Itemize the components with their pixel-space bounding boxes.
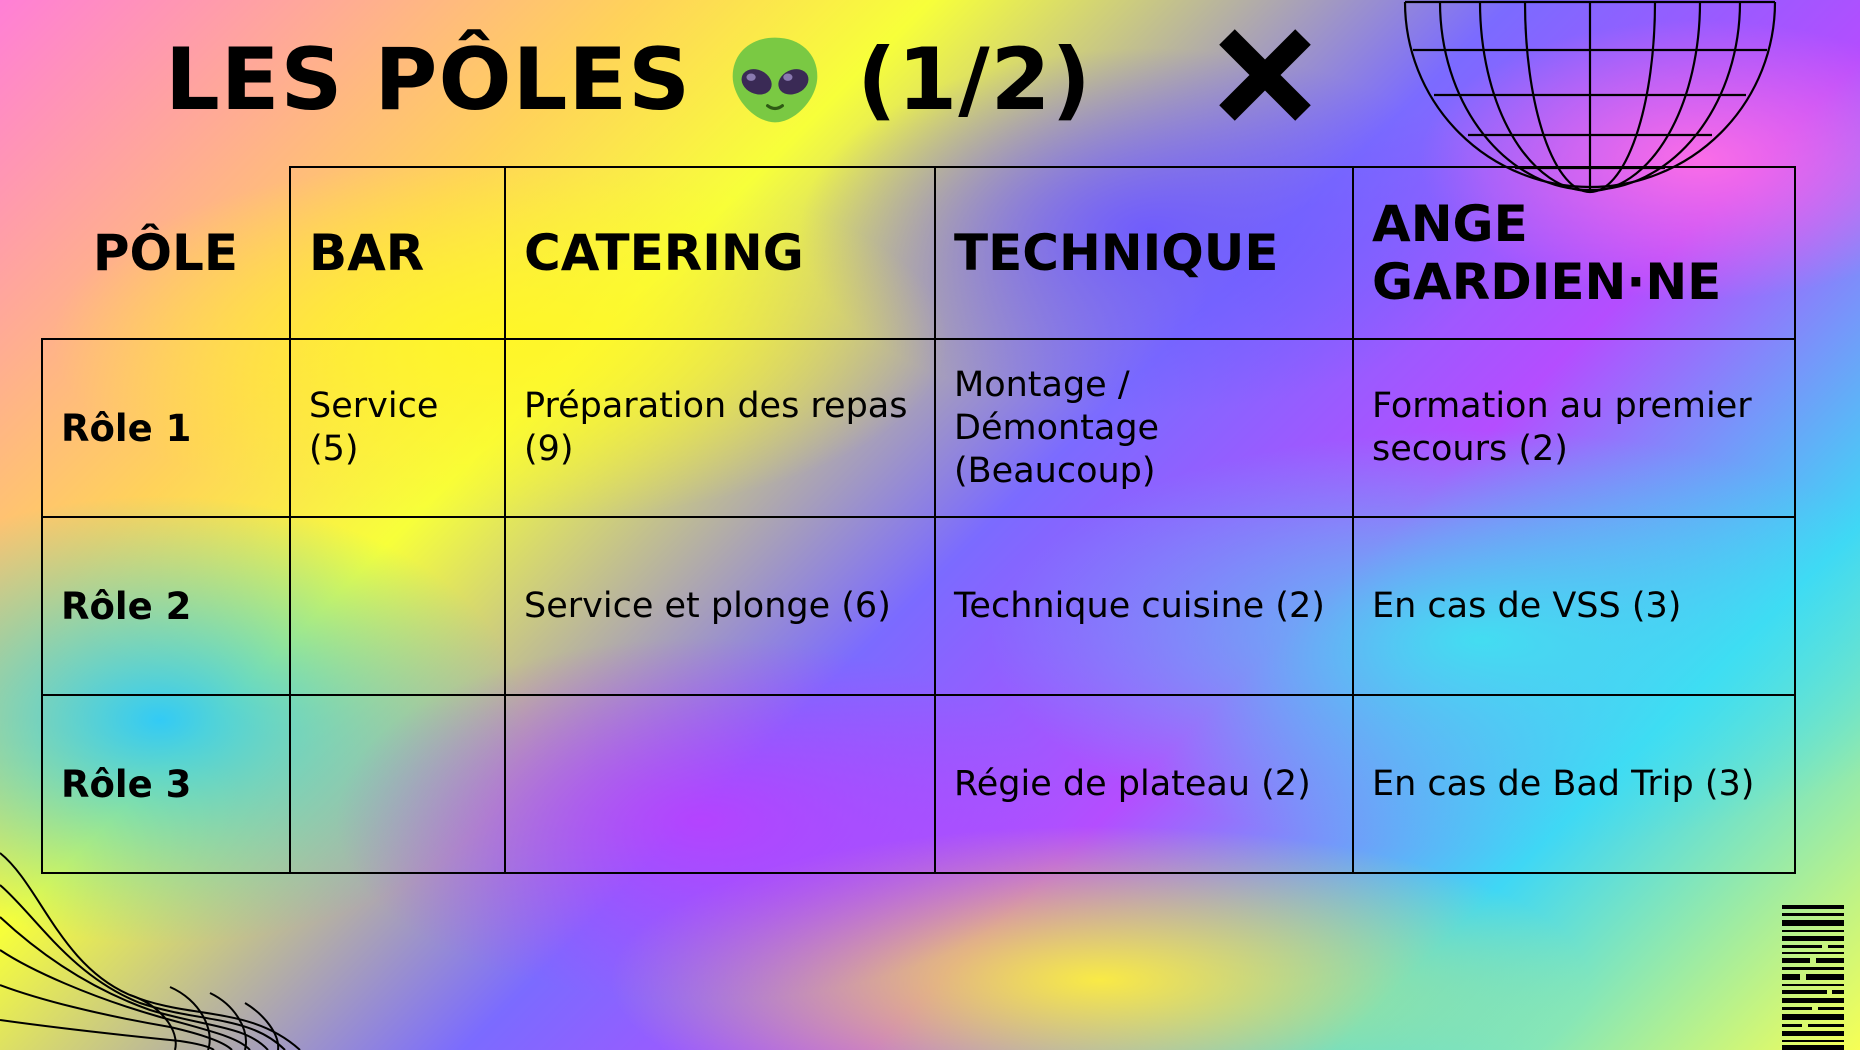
alien-emoji-icon: [732, 37, 818, 123]
table-cell: Régie de plateau (2): [934, 694, 1354, 874]
table-cell: Préparation des repas (9): [504, 338, 936, 518]
poles-table: PÔLE BAR CATERING TECHNIQUE ANGE GARDIEN…: [41, 166, 1796, 874]
table-cell: Technique cuisine (2): [934, 516, 1354, 696]
title-page-indicator: (1/2): [857, 30, 1092, 130]
table-cell: Formation au premier secours (2): [1352, 338, 1796, 518]
table-cell: [504, 694, 936, 874]
header-technique: TECHNIQUE: [934, 166, 1354, 340]
table-row: Rôle 1 Service (5) Préparation des repas…: [41, 338, 1796, 518]
header-catering: CATERING: [504, 166, 936, 340]
slide-title: LES PÔLES (1/2): [165, 25, 1092, 135]
wireframe-wave-icon: [0, 852, 301, 1050]
table-cell: Service (5): [289, 338, 506, 518]
table-cell: En cas de VSS (3): [1352, 516, 1796, 696]
barcode-icon: [1782, 905, 1844, 1050]
table-cell: Montage / Démontage (Beaucoup): [934, 338, 1354, 518]
table-cell: Service et plonge (6): [504, 516, 936, 696]
header-ange-gardien: ANGE GARDIEN·NE: [1352, 166, 1796, 340]
x-mark-icon: [1219, 29, 1311, 121]
row-label: Rôle 2: [41, 516, 291, 696]
row-label: Rôle 1: [41, 338, 291, 518]
header-bar: BAR: [289, 166, 506, 340]
table-cell: [289, 516, 506, 696]
table-cell: [289, 694, 506, 874]
table-row: Rôle 2 Service et plonge (6) Technique c…: [41, 516, 1796, 696]
table-cell: En cas de Bad Trip (3): [1352, 694, 1796, 874]
title-main-text: LES PÔLES: [165, 30, 692, 130]
table-header-row: PÔLE BAR CATERING TECHNIQUE ANGE GARDIEN…: [42, 166, 1796, 340]
header-pole: PÔLE: [42, 167, 291, 340]
